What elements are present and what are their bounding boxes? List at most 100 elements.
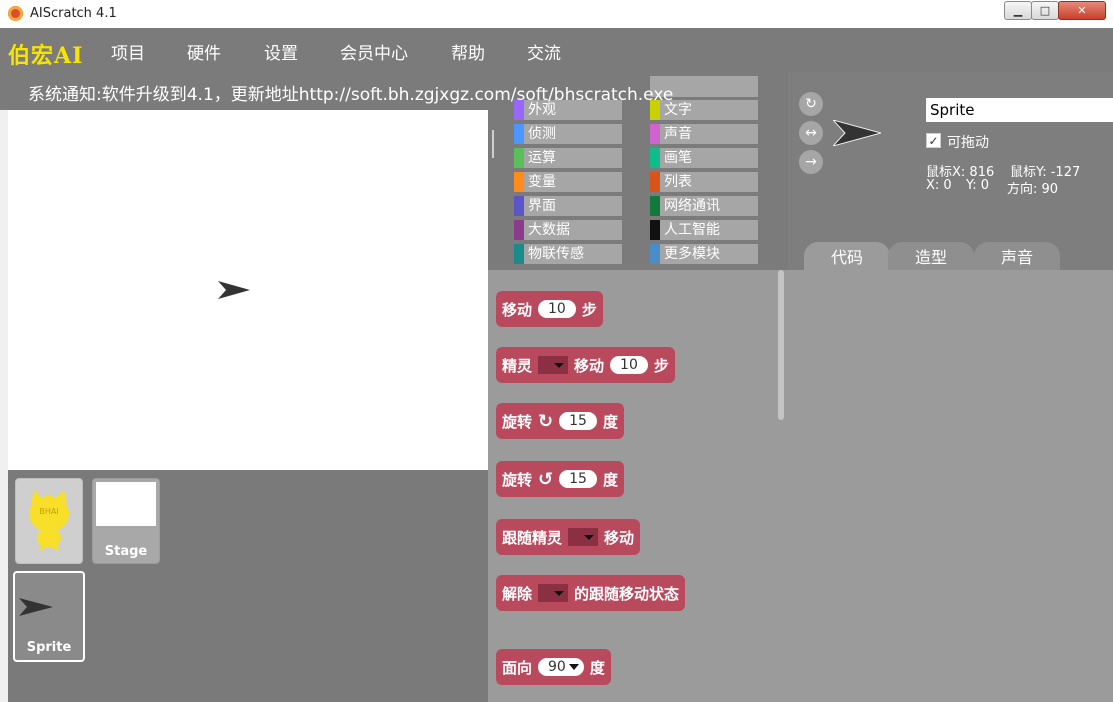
rotation-all-around-button[interactable]: ↻ [799,92,823,116]
block-turn-left[interactable]: 旋转 ↺ 15 度 [496,461,624,497]
tab-sound[interactable]: 声音 [974,242,1060,270]
category-left-4[interactable]: 界面 [514,196,622,216]
category-label: 侦测 [528,126,556,142]
palette-scrollbar[interactable] [778,270,784,420]
system-notice: 系统通知:软件升级到4.1，更新地址http://soft.bh.zgjxgz.… [28,85,674,105]
category-color-swatch [514,124,524,144]
block-face-unit: 度 [589,658,605,677]
block-sprite-move-dropdown[interactable] [538,356,569,374]
cat-icon [29,490,69,550]
x-readout: X: 0 [926,178,952,193]
category-right-3[interactable]: 列表 [650,172,758,192]
close-button[interactable]: ✕ [1058,1,1106,20]
block-move-unit: 步 [581,300,597,319]
block-sprite-move-label: 精灵 [502,356,533,375]
block-face-direction-input[interactable]: 90 [538,658,584,676]
maximize-button[interactable]: □ [1031,1,1059,20]
window-titlebar [0,0,1113,29]
block-sprite-move-unit: 步 [653,356,669,375]
stage-thumb-preview [96,482,156,526]
block-turn-right-label: 旋转 [502,412,533,431]
category-color-swatch [650,148,660,168]
block-sprite-move[interactable]: 精灵 移动 10 步 [496,347,675,383]
category-right-2[interactable]: 画笔 [650,148,758,168]
block-move-steps-input[interactable]: 10 [538,300,576,318]
category-label: 人工智能 [664,222,720,238]
block-face-label: 面向 [502,658,533,677]
category-color-swatch [650,244,660,264]
block-face-direction[interactable]: 面向 90 度 [496,649,611,685]
category-color-swatch [514,148,524,168]
menu-settings[interactable]: 设置 [264,39,298,64]
block-face-direction-value: 90 [548,659,566,675]
block-unfollow-label2: 的跟随移动状态 [574,584,680,603]
rotation-none-button[interactable]: → [799,150,823,174]
category-divider[interactable] [492,130,494,158]
block-turn-left-unit: 度 [602,470,618,489]
block-sprite-move-steps-input[interactable]: 10 [610,356,648,374]
category-left-2[interactable]: 运算 [514,148,622,168]
category-label: 运算 [528,150,556,166]
category-left-6[interactable]: 物联传感 [514,244,622,264]
category-label: 网络通讯 [664,198,720,214]
menu-project[interactable]: 项目 [111,39,145,64]
menu-hardware[interactable]: 硬件 [187,39,221,64]
block-turn-left-degrees-input[interactable]: 15 [559,470,597,488]
category-left-3[interactable]: 变量 [514,172,622,192]
arrow-sprite-icon [19,598,53,616]
block-follow-dropdown[interactable] [568,528,599,546]
block-turn-right-unit: 度 [602,412,618,431]
block-follow-label2: 移动 [604,528,635,547]
block-turn-right-degrees-input[interactable]: 15 [559,412,597,430]
category-label: 更多模块 [664,246,720,262]
block-turn-right[interactable]: 旋转 ↻ 15 度 [496,403,624,439]
category-label: 列表 [664,174,692,190]
category-left-5[interactable]: 大数据 [514,220,622,240]
block-turn-left-label: 旋转 [502,470,533,489]
cat-badge-text: BHAI [39,507,59,516]
minimize-button[interactable]: ▁ [1004,1,1032,20]
chevron-down-icon [568,664,579,670]
category-right-1[interactable]: 声音 [650,124,758,144]
block-unfollow[interactable]: 解除 的跟随移动状态 [496,575,686,611]
category-color-swatch [650,220,660,240]
sprite-preview-icon [833,120,881,146]
category-left-1[interactable]: 侦测 [514,124,622,144]
rotation-left-right-button[interactable]: ↔ [799,121,823,145]
rotate-counterclockwise-icon: ↺ [538,468,554,490]
category-color-swatch [514,196,524,216]
sprite-thumb-label: Sprite [26,640,72,655]
category-label: 变量 [528,174,556,190]
tab-costume[interactable]: 造型 [888,242,974,270]
category-right-5[interactable]: 人工智能 [650,220,758,240]
menu-help[interactable]: 帮助 [451,39,485,64]
sprite-name-input[interactable] [926,98,1113,122]
draggable-checkbox[interactable]: ✓ [926,133,941,148]
category-color-swatch [514,244,524,264]
category-right-6[interactable]: 更多模块 [650,244,758,264]
category-label: 界面 [528,198,556,214]
direction-readout: 方向: 90 [1007,182,1059,197]
category-label: 物联传感 [528,246,584,262]
stage-thumb-label: Stage [104,544,148,559]
block-unfollow-dropdown[interactable] [538,584,569,602]
rotate-clockwise-icon: ↻ [538,410,554,432]
block-move-label: 移动 [502,300,533,319]
category-label: 大数据 [528,222,570,238]
category-label: 声音 [664,126,692,142]
category-color-swatch [514,172,524,192]
stage-sprite-arrow[interactable] [218,281,250,299]
draggable-label: 可拖动 [947,135,989,151]
category-right-4[interactable]: 网络通讯 [650,196,758,216]
block-move[interactable]: 移动 10 步 [496,291,603,327]
menu-member-center[interactable]: 会员中心 [340,39,408,64]
category-color-swatch [650,124,660,144]
menu-community[interactable]: 交流 [527,39,561,64]
block-follow-sprite[interactable]: 跟随精灵 移动 [496,519,641,555]
category-color-swatch [514,220,524,240]
category-color-swatch [650,172,660,192]
tab-code[interactable]: 代码 [804,242,890,270]
category-color-swatch [650,196,660,216]
app-logo: 伯宏AI [8,43,84,69]
app-icon [8,6,23,21]
